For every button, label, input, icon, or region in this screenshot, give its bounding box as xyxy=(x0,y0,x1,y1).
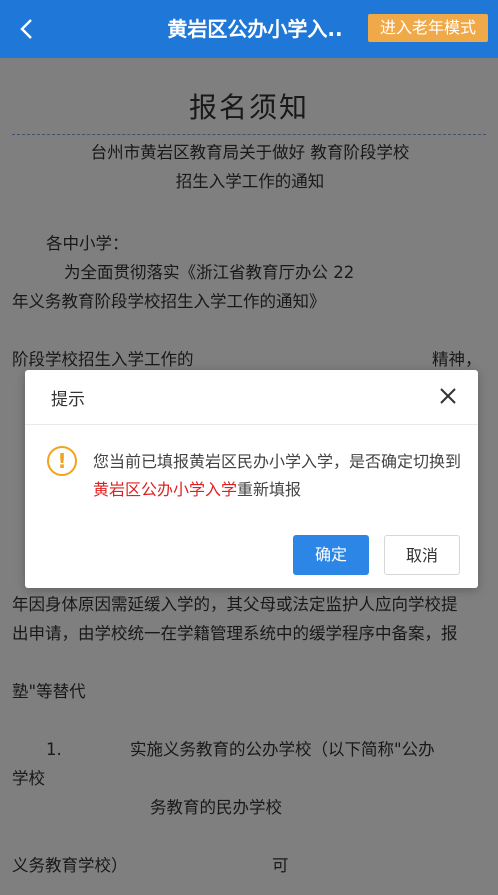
confirm-button[interactable]: 确定 xyxy=(293,535,369,575)
dialog-message-prefix: 您当前已填报黄岩区民办小学入学，是否确定切换到 xyxy=(93,452,462,471)
chevron-left-icon xyxy=(20,19,32,39)
page-title: 黄岩区公办小学入.. xyxy=(167,17,343,41)
top-bar: 黄岩区公办小学入.. 进入老年模式 xyxy=(0,0,498,58)
warning-icon: ! xyxy=(47,446,77,476)
confirm-dialog: 提示 ! 您当前已填报黄岩区民办小学入学，是否确定切换到黄岩区公办小学入学重新填… xyxy=(25,370,478,588)
dialog-message-suffix: 重新填报 xyxy=(237,480,302,499)
dialog-message-highlight: 黄岩区公办小学入学 xyxy=(93,480,238,499)
dialog-close-button[interactable] xyxy=(436,384,460,408)
dialog-header: 提示 xyxy=(25,370,478,425)
dialog-message: 您当前已填报黄岩区民办小学入学，是否确定切换到黄岩区公办小学入学重新填报 xyxy=(93,448,463,504)
close-icon xyxy=(440,388,456,404)
cancel-button[interactable]: 取消 xyxy=(384,535,460,575)
back-button[interactable] xyxy=(10,11,42,47)
dialog-title: 提示 xyxy=(51,390,85,410)
elder-mode-button[interactable]: 进入老年模式 xyxy=(367,14,488,42)
